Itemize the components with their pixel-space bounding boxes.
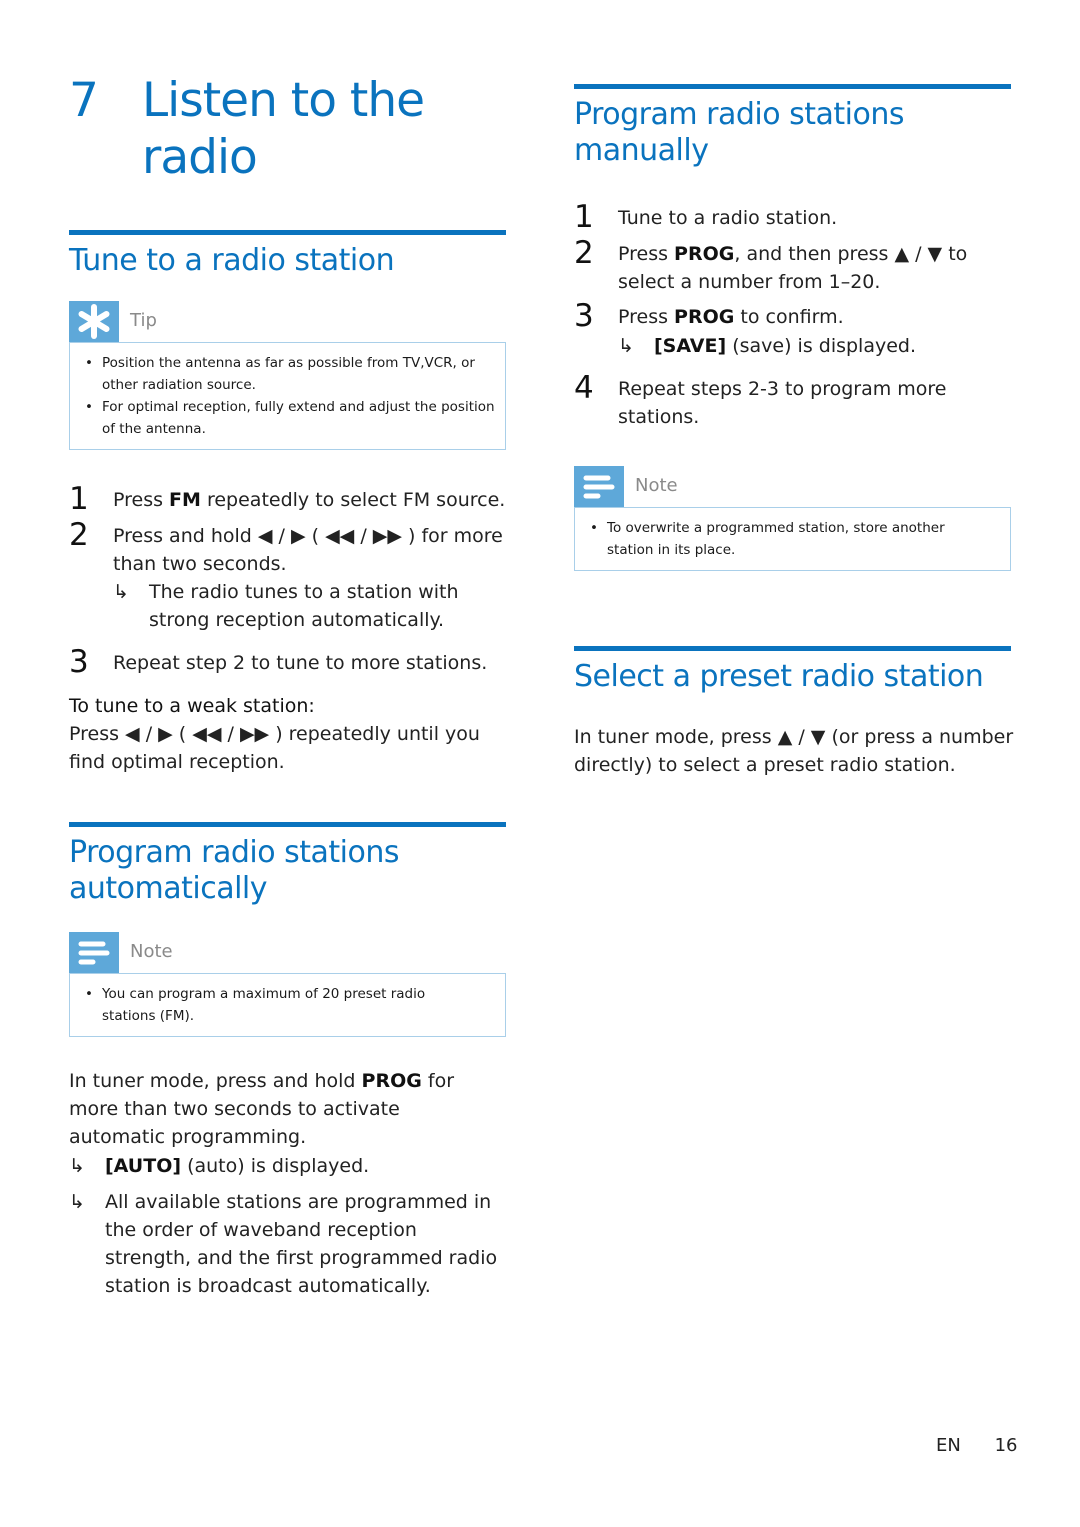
result-arrow-icon: ↳ xyxy=(113,581,129,603)
result-arrow-icon: ↳ xyxy=(69,1155,85,1177)
page-footer: EN 16 xyxy=(936,1435,1017,1456)
tip-box: • Position the antenna as far as possible… xyxy=(69,342,506,450)
chapter-number: 7 xyxy=(69,73,99,128)
section-heading-tune: Tune to a radio station xyxy=(69,243,395,278)
tip-item: • For optimal reception, fully extend and… xyxy=(85,399,495,437)
result-arrow-icon: ↳ xyxy=(618,335,634,357)
auto-intro: In tuner mode, press and hold PROG for m… xyxy=(69,1070,455,1148)
note-item: • You can program a maximum of 20 preset … xyxy=(85,986,426,1024)
section-rule xyxy=(69,822,506,827)
section-heading-auto: Program radio stations automatically xyxy=(69,835,399,906)
note-header: Note xyxy=(69,932,506,973)
section-rule xyxy=(574,84,1011,89)
section-heading-manual: Program radio stations manually xyxy=(574,97,904,168)
tip-label: Tip xyxy=(130,310,157,331)
section-rule xyxy=(574,646,1011,651)
section-heading-preset: Select a preset radio station xyxy=(574,659,984,694)
page-number: 16 xyxy=(994,1435,1018,1456)
note-lines-icon xyxy=(574,466,624,507)
result-arrow-icon: ↳ xyxy=(69,1191,85,1213)
preset-text: In tuner mode, press ▲ / ▼ (or press a n… xyxy=(574,726,1014,776)
note-label: Note xyxy=(130,941,173,962)
weak-station-text: Press ◀ / ▶ ( ◀◀ / ▶▶ ) repeatedly until… xyxy=(69,723,480,773)
note-header: Note xyxy=(574,466,1011,507)
note-box: • You can program a maximum of 20 preset … xyxy=(69,973,506,1037)
note-lines-icon xyxy=(69,932,119,973)
asterisk-icon xyxy=(69,301,119,342)
section-rule xyxy=(69,230,506,235)
chapter-heading: Listen to the radio xyxy=(142,73,425,185)
note-label: Note xyxy=(635,475,678,496)
tip-header: Tip xyxy=(69,301,506,342)
note-item: • To overwrite a programmed station, stor… xyxy=(590,520,945,558)
weak-station-heading: To tune to a weak station: xyxy=(69,695,315,717)
tip-item: • Position the antenna as far as possible… xyxy=(85,355,475,393)
note-box: • To overwrite a programmed station, stor… xyxy=(574,507,1011,571)
language-code: EN xyxy=(936,1435,961,1456)
